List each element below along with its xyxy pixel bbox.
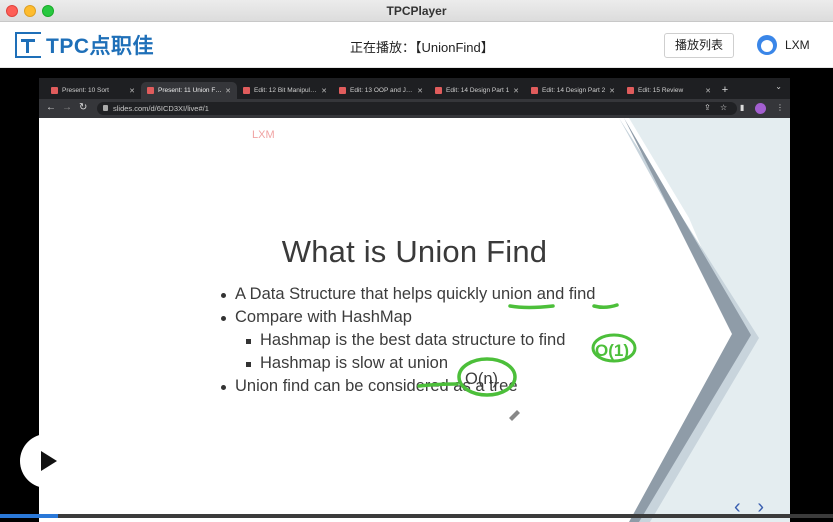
playlist-button[interactable]: 播放列表 [664,33,734,58]
back-arrow-icon: ← [46,102,56,113]
new-tab-icon: + [721,84,729,96]
browser-tab: Edit: 15 Review ✕ [621,82,717,99]
window-title: TPCPlayer [386,4,447,18]
recorded-browser: Present: 10 Sort ✕ Present: 11 Union Find… [39,78,790,522]
browser-address-bar: ← → ↻ slides.com/d/6ICD3XI/live#/1 ⇪ ☆ ▮… [39,99,790,118]
reload-icon: ↻ [79,102,88,113]
underline-union-cost-stroke [417,382,459,388]
app-header: TPC点职佳 正在播放：【UnionFind】 播放列表 LXM [0,22,833,68]
underline-union-stroke [508,304,555,310]
underline-find-stroke [592,303,619,310]
browser-tab: Edit: 14 Design Part 1 ✕ [429,82,525,99]
slide-canvas: LXM What is Union Find A Data Structure … [39,118,790,522]
slides-favicon-icon [339,87,346,94]
tab-close-icon: ✕ [705,87,711,95]
forward-arrow-icon: → [62,102,72,113]
tab-close-icon: ✕ [417,87,423,95]
browser-tab: Present: 10 Sort ✕ [45,82,141,99]
more-menu-icon: ⋮ [776,103,784,112]
tab-close-icon: ✕ [513,87,519,95]
profile-icon [755,103,766,114]
browser-tab-strip: Present: 10 Sort ✕ Present: 11 Union Find… [39,78,790,99]
play-button[interactable] [20,434,74,488]
slides-favicon-icon [51,87,58,94]
url-field: slides.com/d/6ICD3XI/live#/1 [97,102,737,115]
lock-icon [103,105,108,111]
user-avatar-icon[interactable] [757,35,777,55]
progress-bar[interactable] [0,514,833,518]
now-playing-title: 正在播放：【UnionFind】 [350,40,494,55]
slides-favicon-icon [627,87,634,94]
tab-search-icon: ⌄ [775,82,782,91]
player-window: TPCPlayer TPC点职佳 正在播放：【UnionFind】 播放列表 L… [0,0,833,522]
browser-tab: Edit: 13 OOP and Java ✕ [333,82,429,99]
slides-favicon-icon [435,87,442,94]
user-name[interactable]: LXM [785,38,810,52]
pen-annotations: O(1) O(n) [417,303,637,421]
url-text: slides.com/d/6ICD3XI/live#/1 [113,104,209,113]
brand-name: TPC点职佳 [46,35,154,58]
pen-cursor-icon [509,410,520,421]
browser-tab: Edit: 14 Design Part 2 ✕ [525,82,621,99]
tab-close-icon: ✕ [129,87,135,95]
bookmark-star-icon: ☆ [720,103,728,112]
slides-favicon-icon [147,87,154,94]
title-bar: TPCPlayer [0,0,833,22]
slides-favicon-icon [243,87,250,94]
brand-logo: TPC点职佳 [15,32,154,58]
tab-close-icon: ✕ [609,87,615,95]
share-icon: ⇪ [704,103,711,112]
union-cost-annotation: O(n) [465,370,498,388]
browser-tab-active: Present: 11 Union Find ✕ [141,82,237,99]
tpc-logo-icon [15,32,41,58]
progress-fill [0,514,59,518]
browser-tab: Edit: 12 Bit Manipulation ✕ [237,82,333,99]
video-area[interactable]: Present: 10 Sort ✕ Present: 11 Union Find… [0,68,833,522]
slides-favicon-icon [531,87,538,94]
tab-close-icon: ✕ [225,87,231,95]
tab-close-icon: ✕ [321,87,327,95]
find-cost-annotation: O(1) [595,341,629,360]
sidebar-icon: ▮ [740,103,745,112]
